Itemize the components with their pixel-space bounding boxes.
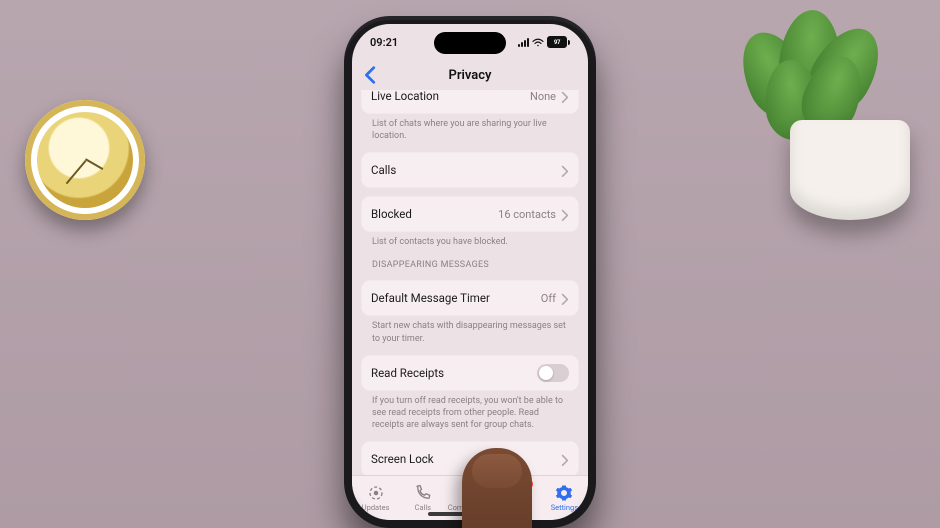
read-receipts-toggle[interactable]: [537, 364, 569, 382]
desk-scene: 09:21 97 Privacy: [0, 0, 940, 528]
page-title: Privacy: [448, 68, 491, 83]
wifi-icon: [532, 38, 544, 47]
battery-icon: 97: [547, 36, 570, 48]
read-receipts-card: Read Receipts: [361, 355, 579, 391]
blocked-row[interactable]: Blocked 16 contacts: [361, 196, 579, 232]
live-location-label: Live Location: [371, 90, 439, 103]
screen-lock-label: Screen Lock: [371, 452, 434, 466]
tab-settings-label: Settings: [551, 503, 578, 512]
battery-level: 97: [547, 36, 567, 48]
calls-card: Calls: [361, 152, 579, 188]
chevron-right-icon: [561, 165, 569, 175]
gear-icon: [555, 484, 573, 502]
back-button[interactable]: [360, 64, 382, 86]
calls-row[interactable]: Calls: [361, 152, 579, 188]
blocked-value: 16 contacts: [498, 208, 556, 221]
chevron-right-icon: [561, 454, 569, 464]
chevron-right-icon: [561, 209, 569, 219]
tab-updates[interactable]: Updates: [352, 476, 399, 520]
phone-icon: [414, 484, 432, 502]
screen: 09:21 97 Privacy: [352, 24, 588, 520]
tab-settings[interactable]: Settings: [541, 476, 588, 520]
updates-icon: [367, 484, 385, 502]
live-location-row[interactable]: Live Location None: [361, 90, 579, 114]
desk-plant-prop: [730, 0, 940, 230]
default-timer-card: Default Message Timer Off: [361, 280, 579, 316]
chevron-right-icon: [561, 91, 569, 101]
settings-scroll-area[interactable]: Live Location None List of chats where y…: [352, 90, 588, 476]
blocked-card: Blocked 16 contacts: [361, 196, 579, 232]
live-location-card: Live Location None: [361, 90, 579, 114]
default-timer-row[interactable]: Default Message Timer Off: [361, 280, 579, 316]
default-timer-label: Default Message Timer: [371, 291, 490, 305]
dynamic-island: [434, 32, 506, 54]
read-receipts-caption: If you turn off read receipts, you won't…: [361, 391, 579, 433]
iphone-frame: 09:21 97 Privacy: [344, 16, 596, 528]
blocked-caption: List of contacts you have blocked.: [361, 232, 579, 250]
status-time: 09:21: [370, 36, 398, 49]
read-receipts-label: Read Receipts: [371, 366, 444, 380]
chevron-right-icon: [561, 293, 569, 303]
tab-calls-label: Calls: [415, 503, 431, 512]
default-timer-caption: Start new chats with disappearing messag…: [361, 316, 579, 346]
live-location-value: None: [530, 90, 556, 103]
disappearing-section-header: DISAPPEARING MESSAGES: [361, 250, 579, 272]
desk-clock-prop: [25, 100, 145, 220]
blocked-label: Blocked: [371, 207, 412, 221]
default-timer-value: Off: [541, 292, 556, 305]
read-receipts-row: Read Receipts: [361, 355, 579, 391]
user-finger: [462, 448, 532, 528]
live-location-caption: List of chats where you are sharing your…: [361, 114, 579, 144]
tab-updates-label: Updates: [362, 503, 390, 512]
cellular-signal-icon: [518, 38, 529, 47]
nav-header: Privacy: [352, 60, 588, 90]
calls-label: Calls: [371, 163, 396, 177]
